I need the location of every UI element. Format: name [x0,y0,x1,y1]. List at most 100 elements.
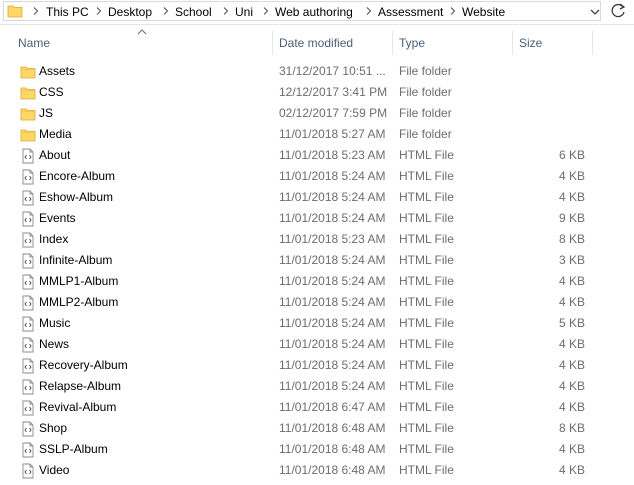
html-file-icon [22,211,34,227]
file-date-modified: 11/01/2018 5:23 AM [279,148,386,162]
file-date-modified: 11/01/2018 5:24 AM [279,358,386,372]
chevron-right-icon[interactable] [366,7,372,15]
file-row[interactable]: Index 11/01/2018 5:23 AM HTML File 8 KB [0,229,634,250]
file-row[interactable]: Infinite-Album 11/01/2018 5:24 AM HTML Fil… [0,250,634,271]
file-row[interactable]: Recovery-Album 11/01/2018 5:24 AM HTML Fil… [0,355,634,376]
html-file-icon [22,253,34,269]
file-size: 8 KB [558,232,585,246]
file-type: HTML File [399,169,454,183]
file-name: Media [39,127,72,141]
file-row[interactable]: Encore-Album 11/01/2018 5:24 AM HTML File 4… [0,166,634,187]
breadcrumb-item[interactable]: This PC [46,5,89,19]
html-file-icon [22,379,34,395]
file-size: 4 KB [558,358,585,372]
file-size: 8 KB [558,421,585,435]
file-row[interactable]: Relapse-Album 11/01/2018 5:24 AM HTML File… [0,376,634,397]
address-history-dropdown-icon[interactable] [588,5,602,19]
file-size: 3 KB [558,253,585,267]
file-name: About [39,148,71,162]
file-size: 6 KB [558,148,585,162]
column-divider[interactable] [592,31,593,55]
file-size: 5 KB [558,316,585,330]
file-type: File folder [399,85,452,99]
file-name: Recovery-Album [39,358,128,372]
file-size: 4 KB [558,463,585,477]
breadcrumb-item[interactable]: Uni [235,5,253,19]
file-row[interactable]: MMLP2-Album 11/01/2018 5:24 AM HTML File 4 … [0,292,634,313]
address-bar-region: This PC Desktop School Uni Web authoring Asse… [0,0,634,25]
breadcrumb-item[interactable]: Web authoring [275,5,353,19]
file-name: Events [39,211,76,225]
file-date-modified: 11/01/2018 6:48 AM [279,442,386,456]
folder-icon [20,87,36,100]
file-type: HTML File [399,400,454,414]
file-row[interactable]: News 11/01/2018 5:24 AM HTML File 4 KB [0,334,634,355]
file-row[interactable]: CSS 12/12/2017 3:41 PM File folder [0,82,634,103]
file-row[interactable]: Media 11/01/2018 5:27 AM File folder [0,124,634,145]
file-row[interactable]: Revival-Album 11/01/2018 6:47 AM HTML File… [0,397,634,418]
file-type: HTML File [399,463,454,477]
file-date-modified: 11/01/2018 5:24 AM [279,190,386,204]
file-type: HTML File [399,316,454,330]
html-file-icon [22,337,34,353]
file-row[interactable]: JS 02/12/2017 7:59 PM File folder [0,103,634,124]
html-file-icon [22,358,34,374]
file-row[interactable]: Eshow-Album 11/01/2018 5:24 AM HTML File 4 … [0,187,634,208]
file-date-modified: 11/01/2018 5:24 AM [279,316,386,330]
folder-icon [7,5,23,18]
file-row[interactable]: Shop 11/01/2018 6:48 AM HTML File 8 KB [0,418,634,439]
breadcrumb-item[interactable]: Assessment [378,5,443,19]
file-name: JS [39,106,54,120]
breadcrumb-item[interactable]: Website [462,5,505,19]
address-bar[interactable]: This PC Desktop School Uni Web authoring Asse… [3,1,601,21]
chevron-right-icon[interactable] [263,7,269,15]
file-row[interactable]: Assets 31/12/2017 10:51 ... File folder [0,61,634,82]
file-date-modified: 11/01/2018 5:24 AM [279,169,386,183]
file-row[interactable]: SSLP-Album 11/01/2018 6:48 AM HTML File 4 K… [0,439,634,460]
file-size: 4 KB [558,295,585,309]
chevron-right-icon[interactable] [450,7,456,15]
file-type: HTML File [399,274,454,288]
column-divider[interactable] [512,31,513,55]
file-size: 4 KB [558,337,585,351]
file-row[interactable]: MMLP1-Album 11/01/2018 5:24 AM HTML File 4 … [0,271,634,292]
column-header-date-modified[interactable]: Date modified [279,29,353,57]
file-name: MMLP1-Album [39,274,119,288]
file-type: HTML File [399,232,454,246]
file-row[interactable]: Video 11/01/2018 6:48 AM HTML File 4 KB [0,460,634,481]
file-name: Relapse-Album [39,379,122,393]
file-size: 4 KB [558,190,585,204]
file-date-modified: 11/01/2018 5:24 AM [279,295,386,309]
file-date-modified: 11/01/2018 5:24 AM [279,379,386,393]
column-header-type[interactable]: Type [399,29,425,57]
column-divider[interactable] [272,31,273,55]
file-name: Infinite-Album [39,253,113,267]
folder-icon [20,108,36,121]
breadcrumb-item[interactable]: Desktop [108,5,152,19]
file-date-modified: 11/01/2018 6:48 AM [279,421,386,435]
file-date-modified: 11/01/2018 6:48 AM [279,463,386,477]
chevron-right-icon[interactable] [33,7,39,15]
folder-icon [20,66,36,79]
chevron-right-icon[interactable] [96,7,102,15]
file-row[interactable]: Events 11/01/2018 5:24 AM HTML File 9 KB [0,208,634,229]
column-divider[interactable] [392,31,393,55]
file-date-modified: 12/12/2017 3:41 PM [279,85,388,99]
column-header-row: Name Date modified Type Size [0,29,634,57]
html-file-icon [22,274,34,290]
chevron-right-icon[interactable] [163,7,169,15]
refresh-icon[interactable] [603,1,633,21]
file-type: HTML File [399,211,454,225]
breadcrumb-item[interactable]: School [175,5,212,19]
chevron-right-icon[interactable] [223,7,229,15]
file-name: Video [39,463,70,477]
file-name: MMLP2-Album [39,295,119,309]
file-row[interactable]: Music 11/01/2018 5:24 AM HTML File 5 KB [0,313,634,334]
column-header-name[interactable]: Name [18,29,50,57]
column-header-size[interactable]: Size [519,29,542,57]
file-type: HTML File [399,379,454,393]
file-type: File folder [399,106,452,120]
file-row[interactable]: About 11/01/2018 5:23 AM HTML File 6 KB [0,145,634,166]
file-date-modified: 11/01/2018 5:27 AM [279,127,386,141]
folder-icon [20,129,36,142]
